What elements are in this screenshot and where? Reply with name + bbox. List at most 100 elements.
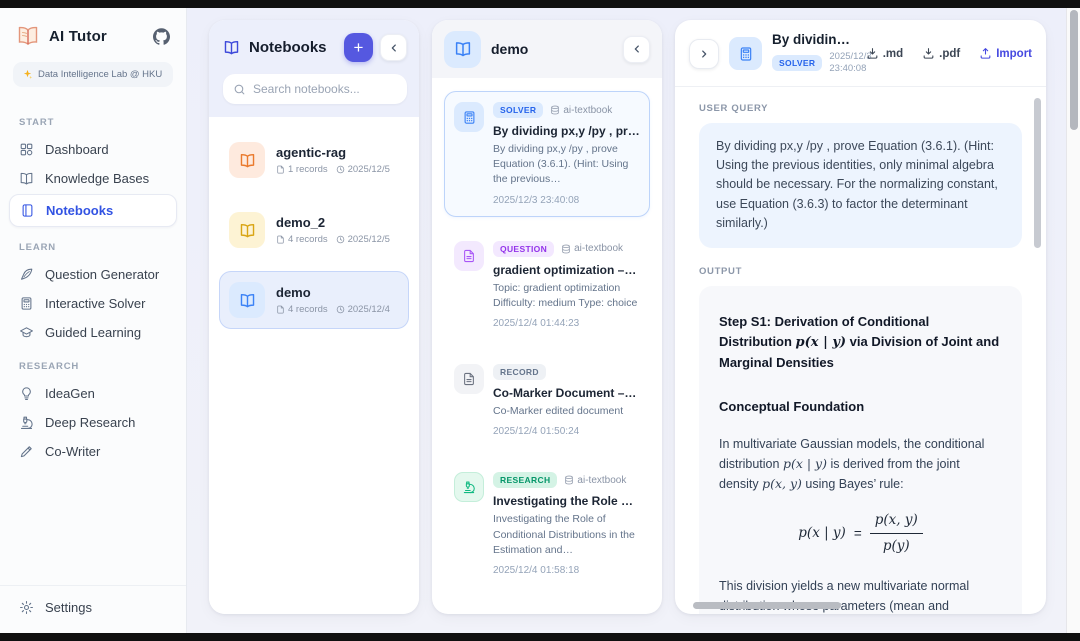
notebooks-panel-header: Notebooks + [209,20,419,117]
sidebar-item-knowledge-bases[interactable]: Knowledge Bases [0,164,186,193]
record-card-question[interactable]: QUESTION ai-textbook gradient optimizati… [444,230,650,340]
notebook-name: demo_2 [276,215,390,230]
notebooks-icon [223,39,240,56]
app-window: AI Tutor Data Intelligence Lab @ HKU STA… [0,8,1066,633]
dashboard-icon [19,142,34,157]
nav-section-learn: LEARN [0,228,186,260]
notebook-icon [229,282,265,318]
nav-section-research: RESEARCH [0,347,186,379]
graduation-cap-icon [19,325,34,340]
add-notebook-button[interactable]: + [344,33,373,62]
lightbulb-icon [19,386,34,401]
notebook-item-agentic-rag[interactable]: agentic-rag 1 records 2025/12/5 [219,131,409,189]
record-timestamp: 2025/12/3 23:40:08 [493,195,640,206]
github-icon[interactable] [153,28,170,45]
record-source: ai-textbook [561,243,623,254]
record-title: Co-Marker Document –… [493,386,636,400]
pencil-icon [19,444,34,459]
notebook-records-count: 4 records [276,304,328,315]
export-md-button[interactable]: .md [866,47,903,60]
window-scrollbar[interactable] [1066,8,1080,633]
notebooks-list: agentic-rag 1 records 2025/12/5 [209,117,419,614]
app-title: AI Tutor [49,28,107,45]
calculator-icon [454,102,484,132]
sparkles-icon [22,69,33,80]
record-card-solver[interactable]: SOLVER ai-textbook By dividing px,y /py … [444,91,650,217]
notebooks-panel-title: Notebooks [249,39,337,56]
sidebar-item-label: Guided Learning [45,325,141,340]
detail-horizontal-scrollbar-thumb[interactable] [693,602,841,609]
download-icon [866,47,879,60]
records-panel-title: demo [491,41,613,57]
record-desc: Topic: gradient optimization Difficulty:… [493,281,640,311]
notebooks-panel: Notebooks + [209,20,419,614]
sidebar-nav: START Dashboard Knowledge Bases Notebook… [0,95,186,585]
sidebar-item-co-writer[interactable]: Co-Writer [0,437,186,466]
detail-title-block: By dividing px,y… SOLVER 2025/12/3 23:40… [772,32,856,76]
file-icon [454,364,484,394]
nav-section-start: START [0,103,186,135]
notebook-icon [444,31,481,68]
sidebar-item-settings[interactable]: Settings [19,600,167,615]
sidebar-item-label: Dashboard [45,142,109,157]
lab-badge: Data Intelligence Lab @ HKU [13,62,173,87]
record-desc: Investigating the Role of Conditional Di… [493,512,640,558]
sidebar-item-deep-research[interactable]: Deep Research [0,408,186,437]
detail-title: By dividing px,y… [772,32,856,47]
sidebar-item-label: Knowledge Bases [45,171,149,186]
notebook-item-demo[interactable]: demo 4 records 2025/12/4 [219,271,409,329]
collapse-records-button[interactable] [623,36,650,63]
sidebar: AI Tutor Data Intelligence Lab @ HKU STA… [0,8,187,633]
gear-icon [19,600,34,615]
detail-panel: By dividing px,y… SOLVER 2025/12/3 23:40… [675,20,1046,614]
notebook-search[interactable] [223,74,407,104]
sidebar-item-label: IdeaGen [45,386,95,401]
sidebar-item-notebooks[interactable]: Notebooks [9,194,177,227]
records-list: SOLVER ai-textbook By dividing px,y /py … [432,78,662,614]
collapse-notebooks-button[interactable] [380,34,407,61]
notebook-item-demo-2[interactable]: demo_2 4 records 2025/12/5 [219,201,409,259]
app-logo-icon [16,24,40,48]
record-card-research[interactable]: RESEARCH ai-textbook Investigating the R… [444,461,650,587]
notebook-name: demo [276,285,390,300]
scrollbar-thumb[interactable] [1070,10,1078,130]
record-timestamp: 2025/12/4 01:44:23 [493,318,640,329]
sidebar-item-guided-learning[interactable]: Guided Learning [0,318,186,347]
sidebar-item-question-generator[interactable]: Question Generator [0,260,186,289]
microscope-icon [19,415,34,430]
search-input[interactable] [253,82,397,96]
notebook-date: 2025/12/4 [336,304,390,315]
sidebar-bottom: Settings [0,585,186,633]
sidebar-item-label: Question Generator [45,267,159,282]
upload-icon [979,47,992,60]
expand-detail-button[interactable] [689,39,719,69]
sidebar-item-interactive-solver[interactable]: Interactive Solver [0,289,186,318]
detail-panel-header: By dividing px,y… SOLVER 2025/12/3 23:40… [675,20,1046,87]
sidebar-item-label: Co-Writer [45,444,100,459]
record-desc: Co-Marker edited document [493,404,636,419]
output-label: OUTPUT [699,266,1022,277]
detail-body[interactable]: USER QUERY By dividing px,y /py , prove … [675,87,1046,614]
record-title: By dividing px,y /py , prove… [493,124,640,138]
record-title: gradient optimization –… [493,263,640,277]
import-button[interactable]: Import [979,47,1032,60]
output-paragraph-1: In multivariate Gaussian models, the con… [719,434,1002,494]
sidebar-item-ideagen[interactable]: IdeaGen [0,379,186,408]
record-type-badge: SOLVER [493,102,543,118]
export-pdf-button[interactable]: .pdf [922,47,960,60]
sidebar-item-dashboard[interactable]: Dashboard [0,135,186,164]
sidebar-item-label: Notebooks [46,203,113,218]
detail-vertical-scrollbar-thumb[interactable] [1034,98,1041,248]
record-card-record[interactable]: RECORD Co-Marker Document –… Co-Marker e… [444,353,650,448]
record-source: ai-textbook [550,105,612,116]
microscope-icon [454,472,484,502]
notebook-icon [229,142,265,178]
record-type-badge: RECORD [493,364,546,380]
lab-badge-label: Data Intelligence Lab @ HKU [38,69,162,80]
notebook-icon [20,203,35,218]
user-query-box: By dividing px,y /py , prove Equation (3… [699,123,1022,248]
user-query-label: USER QUERY [699,103,1022,114]
sidebar-item-label: Deep Research [45,415,135,430]
notebook-icon [229,212,265,248]
notebook-date: 2025/12/5 [336,234,390,245]
